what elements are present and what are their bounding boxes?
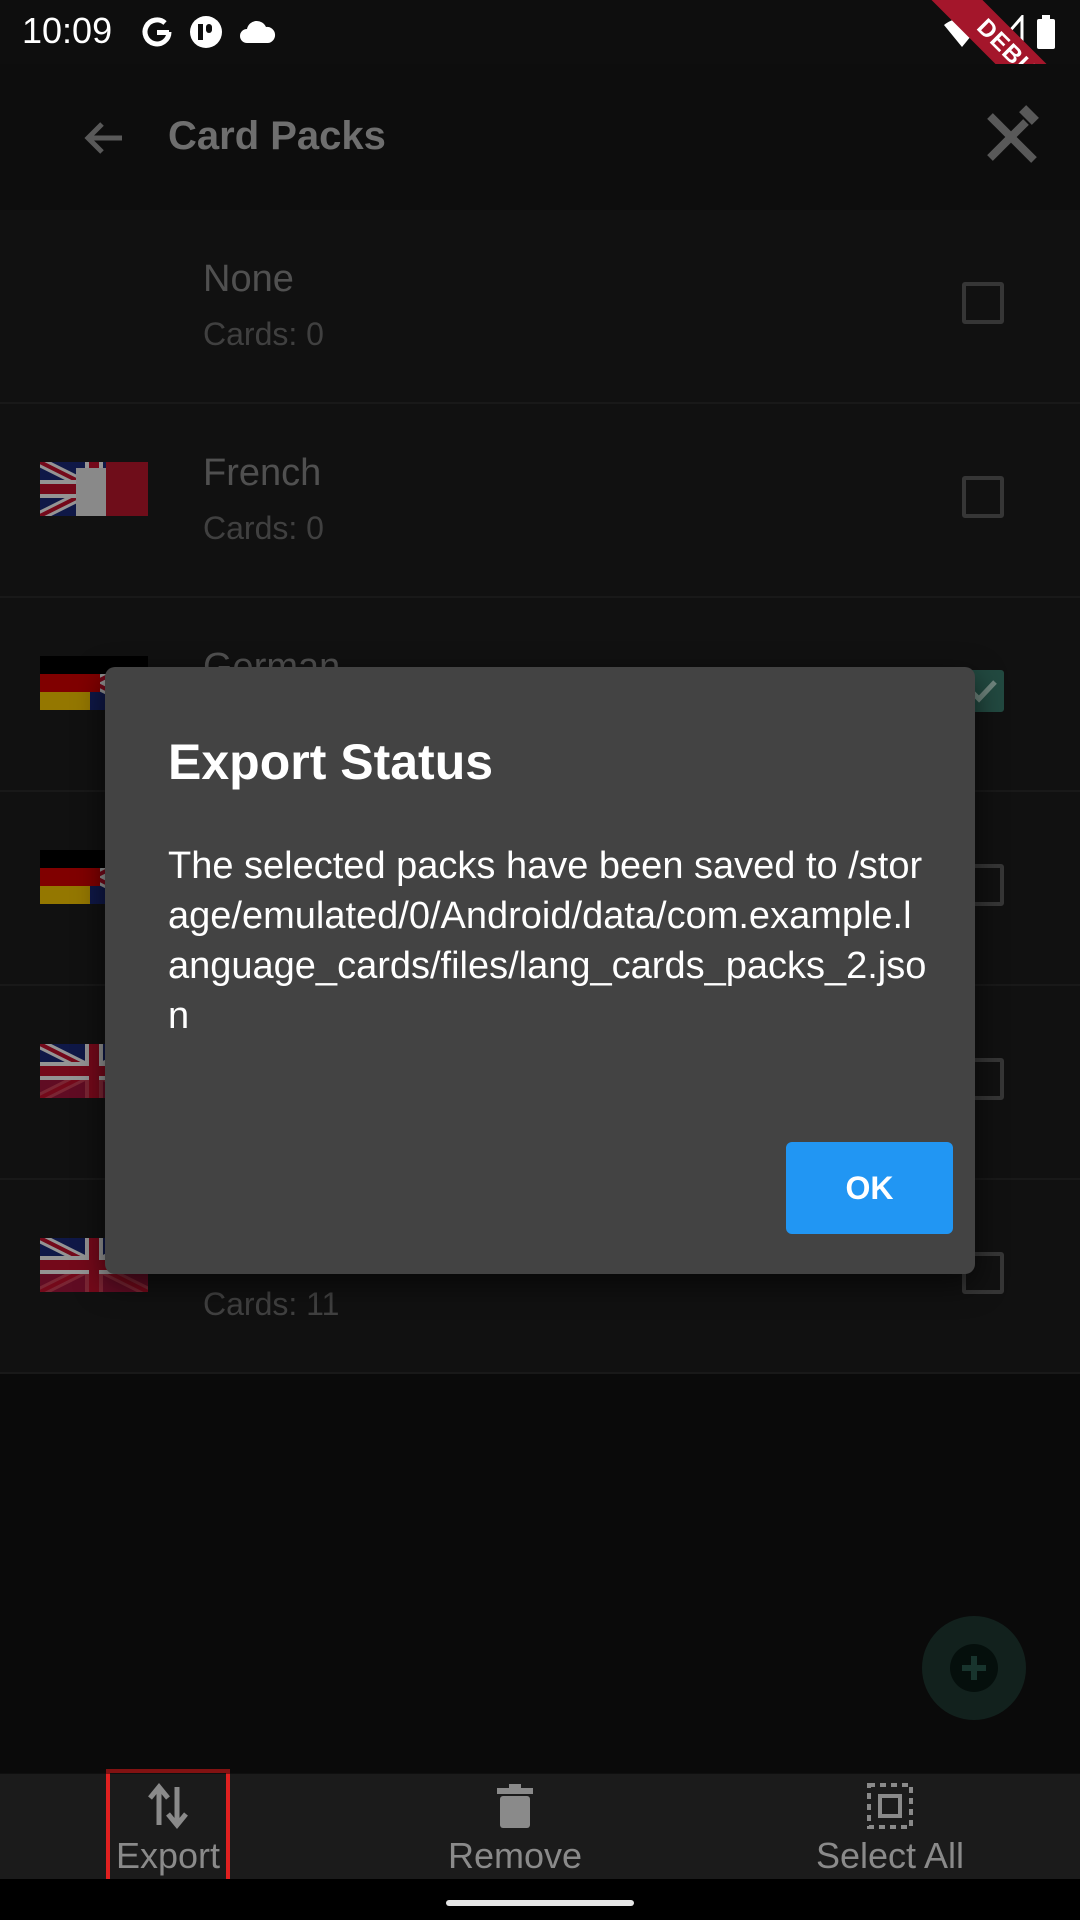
export-label: Export <box>115 1835 221 1876</box>
export-button[interactable]: Export <box>106 1769 230 1883</box>
ok-button[interactable]: OK <box>786 1142 953 1234</box>
remove-label: Remove <box>447 1835 583 1876</box>
cloud-icon <box>240 20 276 43</box>
battery-icon <box>1037 15 1055 49</box>
import-export-icon <box>143 1781 193 1831</box>
remove-button[interactable]: Remove <box>440 1773 590 1879</box>
dialog-title: Export Status <box>168 734 494 790</box>
dialog-message: The selected packs have been saved to /s… <box>168 845 927 1037</box>
trash-icon <box>490 1781 540 1831</box>
home-gesture-handle[interactable] <box>446 1900 634 1906</box>
select-all-icon <box>865 1781 915 1831</box>
app-icon <box>190 16 222 48</box>
select-all-button[interactable]: Select All <box>800 1773 980 1879</box>
status-notification-icons <box>140 10 276 54</box>
status-time: 10:09 <box>22 10 113 51</box>
select-all-label: Select All <box>815 1835 965 1876</box>
google-icon <box>142 17 172 47</box>
bottom-nav: Export Remove Select All <box>0 1769 1080 1883</box>
export-status-dialog: Export Status The selected packs have be… <box>105 667 975 1274</box>
status-bar: 10:09 DEBUG <box>0 0 1080 158</box>
